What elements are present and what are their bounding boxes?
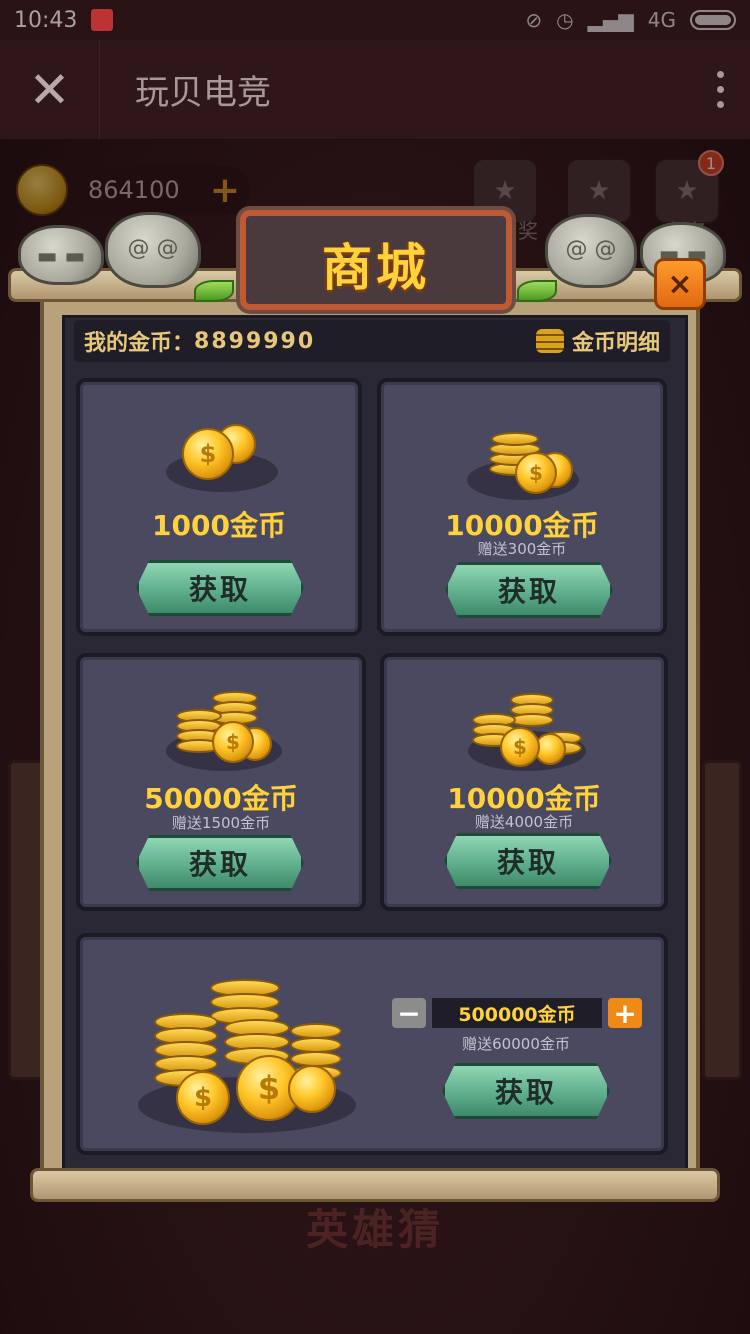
battery-icon <box>690 10 736 30</box>
status-time: 10:43 <box>14 7 78 33</box>
page-title: 玩贝电竞 <box>135 73 271 113</box>
coin-detail-label: 金币明细 <box>571 331 660 356</box>
buy-button[interactable]: 获取 <box>444 833 612 889</box>
signal-icon: ▂▄▆ <box>587 8 634 32</box>
rock-decoration-left-back: ▬ ▬ <box>18 225 104 285</box>
package-bonus: 赠送300金币 <box>477 540 567 558</box>
package-bonus: 赠送1500金币 <box>171 814 271 832</box>
bottom-stone-bar <box>30 1168 720 1202</box>
my-coins-label: 我的金币： <box>84 331 195 356</box>
alarm-icon: ◷ <box>556 8 574 32</box>
buy-button[interactable]: 获取 <box>136 560 304 616</box>
package-amount: 1000金币 <box>152 509 286 542</box>
coin-detail-link[interactable]: 金币明细 <box>535 325 660 357</box>
close-modal-button[interactable]: × <box>654 258 706 310</box>
nav-bar: ✕ 玩贝电竞 <box>0 39 750 140</box>
leaf-decoration-left <box>194 280 234 302</box>
increase-quantity-button[interactable]: + <box>608 997 642 1030</box>
package-card-1: $ 1000金币 获取 <box>76 378 362 636</box>
leaf-decoration-right <box>517 280 557 302</box>
custom-package-bonus: 赠送60000金币 <box>462 1035 570 1053</box>
rock-decoration-left: @ @ <box>105 212 201 288</box>
more-vertical-icon[interactable] <box>690 40 750 140</box>
package-card-2: $ 10000金币 赠送300金币 获取 <box>377 378 667 636</box>
coin-info-row: 我的金币： 8899990 金币明细 <box>74 320 670 362</box>
package-card-3: $ 50000金币 赠送1500金币 获取 <box>76 653 366 911</box>
shop-title: 商城 <box>322 239 430 297</box>
mute-icon: ⊘ <box>525 8 543 32</box>
buy-button[interactable]: 获取 <box>445 562 613 618</box>
decrease-quantity-button[interactable]: − <box>392 997 426 1030</box>
package-card-4: $ 10000金币 赠送4000金币 获取 <box>380 653 668 911</box>
close-icon[interactable]: ✕ <box>0 39 100 140</box>
quantity-stepper: − 500000金币 + <box>392 997 642 1030</box>
custom-package-card: $ $ 赠送60000金币 获取 <box>76 933 668 1155</box>
network-label: 4G <box>647 8 676 32</box>
status-indicators: ⊘ ◷ ▂▄▆ 4G <box>525 8 736 32</box>
package-amount: 50000金币 <box>144 782 298 815</box>
my-coins-value: 8899990 <box>194 328 316 354</box>
buy-button[interactable]: 获取 <box>442 1063 610 1119</box>
notification-icon <box>91 9 114 31</box>
package-bonus: 赠送4000金币 <box>474 813 574 831</box>
buy-button[interactable]: 获取 <box>136 835 304 891</box>
status-bar: 10:43 ⊘ ◷ ▂▄▆ 4G <box>0 0 750 40</box>
rock-decoration-right: @ @ <box>545 214 637 288</box>
coin-stack-icon <box>535 329 564 353</box>
quantity-field[interactable]: 500000金币 <box>432 998 602 1028</box>
